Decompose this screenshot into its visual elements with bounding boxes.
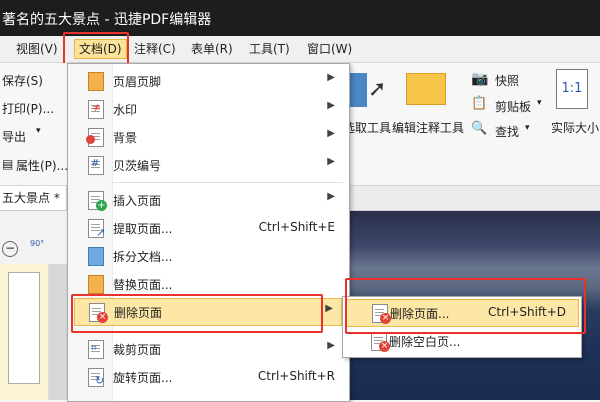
find-icon: 🔍 (471, 121, 488, 136)
clipboard-button[interactable]: 剪贴板 (495, 98, 531, 115)
background-icon (86, 127, 106, 147)
thumbnail-pane (0, 264, 49, 400)
select-tool-icon (347, 73, 367, 107)
annotation-box-delete-page (71, 294, 323, 333)
menu-view[interactable]: 视图(V) (16, 40, 58, 58)
page-thumbnail[interactable] (8, 272, 40, 384)
document-tab[interactable]: 五大景点 * (0, 186, 67, 210)
delete-blank-page-icon: × (371, 331, 390, 352)
document-menu-dropdown: 页眉页脚 ▶ ≉ 水印 ▶ 背景 ▶ # 贝茨编号 ▶ + 插入页面 ▶ ↗ 提… (67, 63, 350, 402)
insert-page-icon: + (88, 190, 107, 211)
title-bar: 著名的五大景点 - 迅捷PDF编辑器 (0, 0, 600, 36)
menu-item-crop-page[interactable]: ⌗ 裁剪页面 ▶ (68, 336, 349, 362)
menu-tools[interactable]: 工具(T) (249, 40, 290, 58)
menu-form[interactable]: 表单(R) (191, 40, 233, 58)
menu-comment[interactable]: 注释(C) (134, 40, 176, 58)
chevron-right-icon: ▶ (327, 72, 335, 83)
select-tool-button[interactable]: 选取工具 (343, 119, 391, 136)
actual-size-icon: 1:1 (556, 69, 588, 109)
annotation-box-document-menu (63, 32, 129, 67)
menu-separator (113, 182, 343, 183)
bates-number-icon: # (88, 155, 106, 175)
annotation-box-delete-submenu (345, 278, 586, 334)
cursor-icon: ➚ (368, 77, 387, 102)
menu-item-header-footer[interactable]: 页眉页脚 ▶ (68, 68, 349, 94)
clipboard-icon: 📋 (471, 96, 488, 111)
chevron-right-icon: ▶ (327, 156, 335, 167)
properties-button[interactable]: 属性(P)... (16, 157, 68, 174)
zoom-out-icon[interactable]: − (2, 241, 18, 257)
page-toolbar: − 90° (0, 211, 66, 263)
export-button[interactable]: 导出 (2, 128, 26, 145)
watermark-icon: ≉ (88, 99, 106, 119)
window-title: 著名的五大景点 - 迅捷PDF编辑器 (2, 12, 212, 28)
split-document-icon (88, 246, 106, 266)
menu-item-watermark[interactable]: ≉ 水印 ▶ (68, 96, 349, 122)
header-footer-icon (88, 71, 106, 91)
extract-page-icon: ↗ (88, 218, 106, 239)
snapshot-button[interactable]: 快照 (495, 72, 519, 89)
menu-window[interactable]: 窗口(W) (307, 40, 352, 58)
print-button[interactable]: 打印(P)... (2, 100, 54, 117)
camera-icon: 📷 (471, 71, 489, 87)
chevron-right-icon: ▶ (327, 128, 335, 139)
chevron-right-icon: ▶ (327, 100, 335, 111)
menu-item-background[interactable]: 背景 ▶ (68, 124, 349, 150)
properties-icon: ▤ (2, 157, 14, 171)
chevron-down-icon: ▾ (36, 126, 41, 136)
crop-page-icon: ⌗ (88, 339, 106, 359)
edit-annotation-icon (406, 73, 446, 105)
replace-page-icon (88, 274, 106, 294)
menu-item-extract-page[interactable]: ↗ 提取页面... Ctrl+Shift+E (68, 215, 349, 241)
menu-item-rotate-page[interactable]: ↻ 旋转页面... Ctrl+Shift+R (68, 364, 349, 390)
chevron-down-icon: ▾ (537, 98, 542, 108)
actual-size-button[interactable]: 实际大小 (551, 119, 599, 136)
chevron-down-icon: ▾ (525, 123, 530, 133)
menu-item-bates-number[interactable]: # 贝茨编号 ▶ (68, 152, 349, 178)
chevron-right-icon: ▶ (327, 191, 335, 202)
find-button[interactable]: 查找 (495, 123, 519, 140)
menu-item-split-document[interactable]: 拆分文档... (68, 243, 349, 269)
save-button[interactable]: 保存(S) (2, 72, 43, 89)
edit-annotation-tool-button[interactable]: 编辑注释工具 (392, 119, 464, 136)
chevron-right-icon: ▶ (327, 340, 335, 351)
chevron-right-icon: ▶ (325, 303, 333, 314)
menu-item-insert-page[interactable]: + 插入页面 ▶ (68, 187, 349, 213)
rotate-page-icon: ↻ (88, 367, 106, 387)
rotate-icon[interactable]: 90° (30, 239, 48, 255)
